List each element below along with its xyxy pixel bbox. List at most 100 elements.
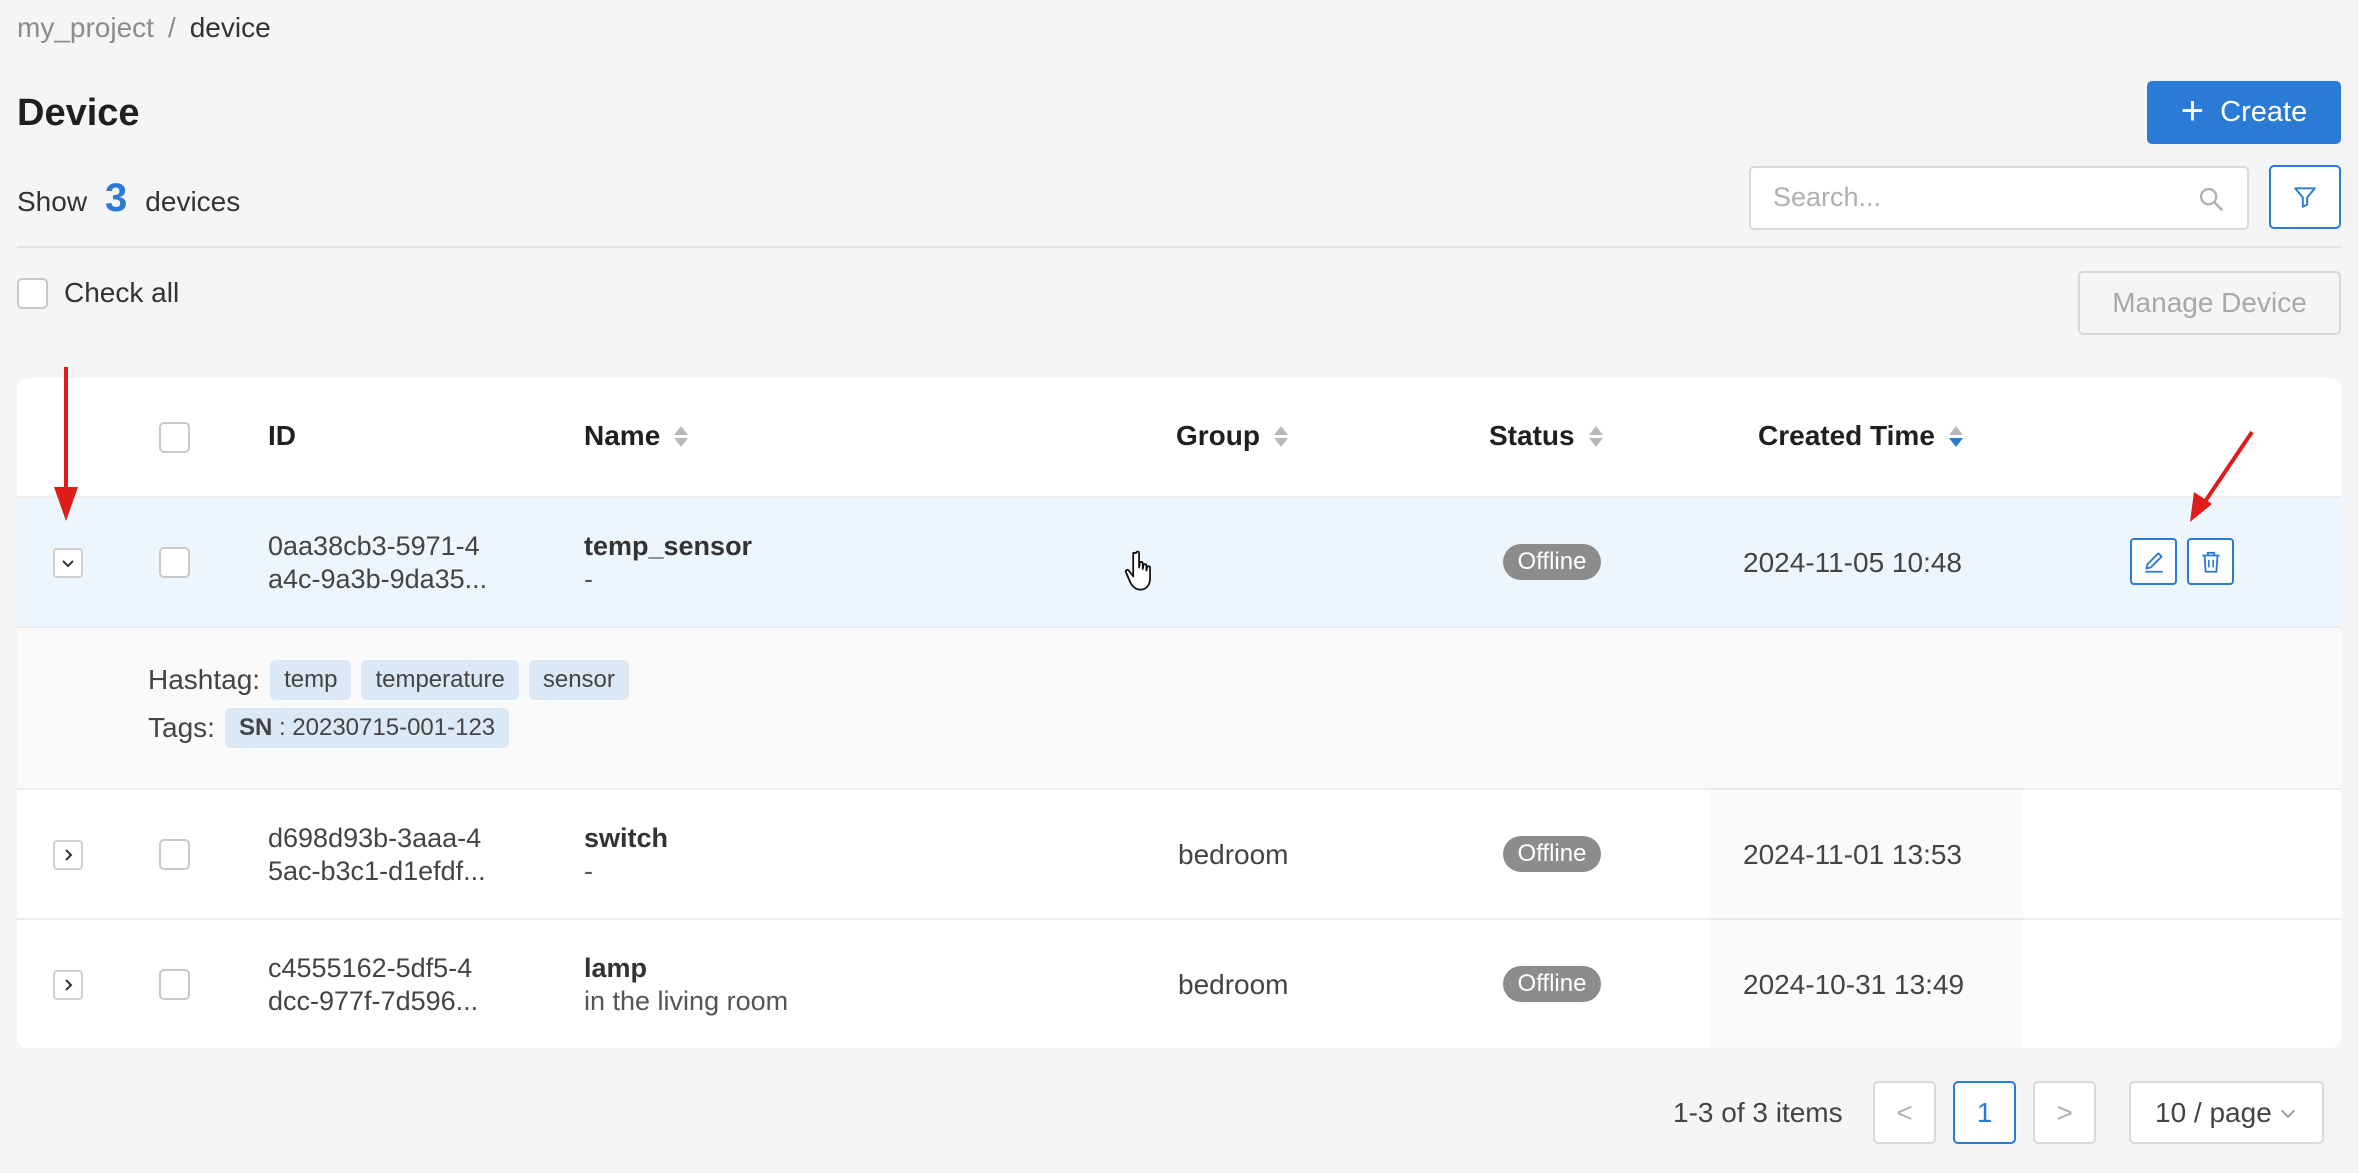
create-button[interactable]: + Create [2147,81,2341,144]
chevron-right-icon [65,849,73,861]
plus-icon: + [2180,88,2205,133]
tag-value: : 20230715-001-123 [278,714,496,741]
search-icon[interactable] [2197,185,2225,213]
collapse-row-button[interactable] [53,548,83,578]
hashtag-label: Hashtag: [148,664,261,695]
device-id-line1: 0aa38cb3-5971-4 [268,531,480,561]
check-all: Check all [17,277,179,309]
column-header-status[interactable]: Status [1489,420,1603,452]
breadcrumb-separator: / [167,12,176,43]
chevron-down-icon [2280,1109,2295,1118]
column-header-group[interactable]: Group [1176,420,1288,452]
hashtag-row: Hashtag: temp temperature sensor [148,660,629,700]
device-id-line2: a4c-9a3b-9da35... [268,564,488,594]
row-checkbox[interactable] [159,969,190,1000]
tag: SN : 20230715-001-123 [224,708,510,748]
device-id: c4555162-5df5-4 dcc-977f-7d596... [268,952,478,1018]
created-time: 2024-11-01 13:53 [1743,839,1962,870]
device-name-cell: temp_sensor - [584,530,752,596]
show-label: Show [17,186,88,217]
expanded-row-detail: Hashtag: temp temperature sensor Tags: S… [17,628,2341,790]
status-badge: Offline [1503,544,1601,580]
sort-icon [1274,425,1288,447]
select-all-rows-checkbox[interactable] [159,422,190,453]
device-name-cell: switch - [584,822,668,888]
column-header-created-time-label: Created Time [1758,420,1935,451]
filter-button[interactable] [2269,165,2341,229]
tags-label: Tags: [148,712,215,743]
sort-icon [1588,425,1603,447]
check-all-label: Check all [64,277,180,308]
hashtag: sensor [528,660,629,700]
check-all-checkbox[interactable] [17,277,48,309]
row-checkbox[interactable] [159,547,190,578]
device-id: d698d93b-3aaa-4 5ac-b3c1-d1efdf... [268,822,486,888]
page-size-select[interactable]: 10 / page [2129,1081,2324,1144]
table-row[interactable]: 0aa38cb3-5971-4 a4c-9a3b-9da35... temp_s… [17,498,2341,628]
created-time: 2024-10-31 13:49 [1743,969,1965,1000]
create-button-label: Create [2220,96,2308,128]
devices-label: devices [145,186,241,217]
device-description: - [584,564,593,594]
sort-icon [674,425,689,447]
breadcrumb: my_project / device [17,12,271,44]
column-header-name[interactable]: Name [584,420,689,452]
chevron-left-icon: < [1896,1096,1913,1128]
pagination: 1-3 of 3 items < 1 > 10 / page [0,1081,2359,1145]
edit-icon [2144,551,2163,573]
device-id-line1: d698d93b-3aaa-4 [268,823,482,853]
sort-descending-icon [1948,425,1963,447]
tag-key: SN [238,714,273,741]
device-name[interactable]: temp_sensor [584,530,752,563]
status-badge: Offline [1503,836,1601,872]
tags-row: Tags: SN : 20230715-001-123 [148,708,510,748]
table-row[interactable]: c4555162-5df5-4 dcc-977f-7d596... lamp i… [17,920,2341,1048]
device-table: ID Name Group Status Created Time 0aa38c… [17,378,2341,1048]
divider [17,246,2341,248]
filter-icon [2294,187,2316,208]
breadcrumb-project-link[interactable]: my_project [17,12,154,43]
edit-button[interactable] [2130,538,2177,585]
device-description: - [584,856,593,886]
column-header-id-label: ID [268,420,296,451]
expand-row-button[interactable] [53,970,83,1000]
row-checkbox[interactable] [159,839,190,870]
column-header-name-label: Name [584,420,661,451]
previous-page-button[interactable]: < [1873,1081,1936,1144]
hashtag: temperature [361,660,519,700]
column-header-group-label: Group [1176,420,1260,451]
page-number-button[interactable]: 1 [1953,1081,2016,1144]
created-time: 2024-11-05 10:48 [1743,547,1962,578]
device-description: in the living room [584,986,789,1016]
device-id: 0aa38cb3-5971-4 a4c-9a3b-9da35... [268,530,487,596]
status-badge: Offline [1503,966,1601,1002]
expand-row-button[interactable] [53,840,83,870]
next-page-button[interactable]: > [2033,1081,2096,1144]
hand-cursor-icon [1124,550,1151,591]
page-size-value: 10 / page [2155,1096,2272,1128]
chevron-right-icon [65,979,73,991]
chevron-right-icon: > [2056,1096,2073,1128]
page-title: Device [17,92,140,134]
device-name[interactable]: lamp [584,952,788,985]
pagination-total: 1-3 of 3 items [1673,1097,1843,1128]
column-header-created-time[interactable]: Created Time [1758,420,1963,452]
column-header-id: ID [268,420,296,452]
device-id-line2: 5ac-b3c1-d1efdf... [268,856,486,886]
device-id-line2: dcc-977f-7d596... [268,986,479,1016]
device-name-cell: lamp in the living room [584,952,788,1018]
chevron-down-icon [62,560,74,568]
hashtag: temp [270,660,352,700]
delete-button[interactable] [2187,538,2234,585]
search-input[interactable] [1751,168,2171,226]
search-box [1749,166,2249,230]
device-name[interactable]: switch [584,822,668,855]
device-id-line1: c4555162-5df5-4 [268,953,473,983]
trash-icon [2201,551,2220,573]
device-count: 3 [105,176,128,220]
breadcrumb-current: device [189,12,271,43]
manage-device-button[interactable]: Manage Device [2078,271,2341,335]
device-group: bedroom [1178,839,1289,870]
device-group: bedroom [1178,969,1289,1000]
table-row[interactable]: d698d93b-3aaa-4 5ac-b3c1-d1efdf... switc… [17,790,2341,920]
